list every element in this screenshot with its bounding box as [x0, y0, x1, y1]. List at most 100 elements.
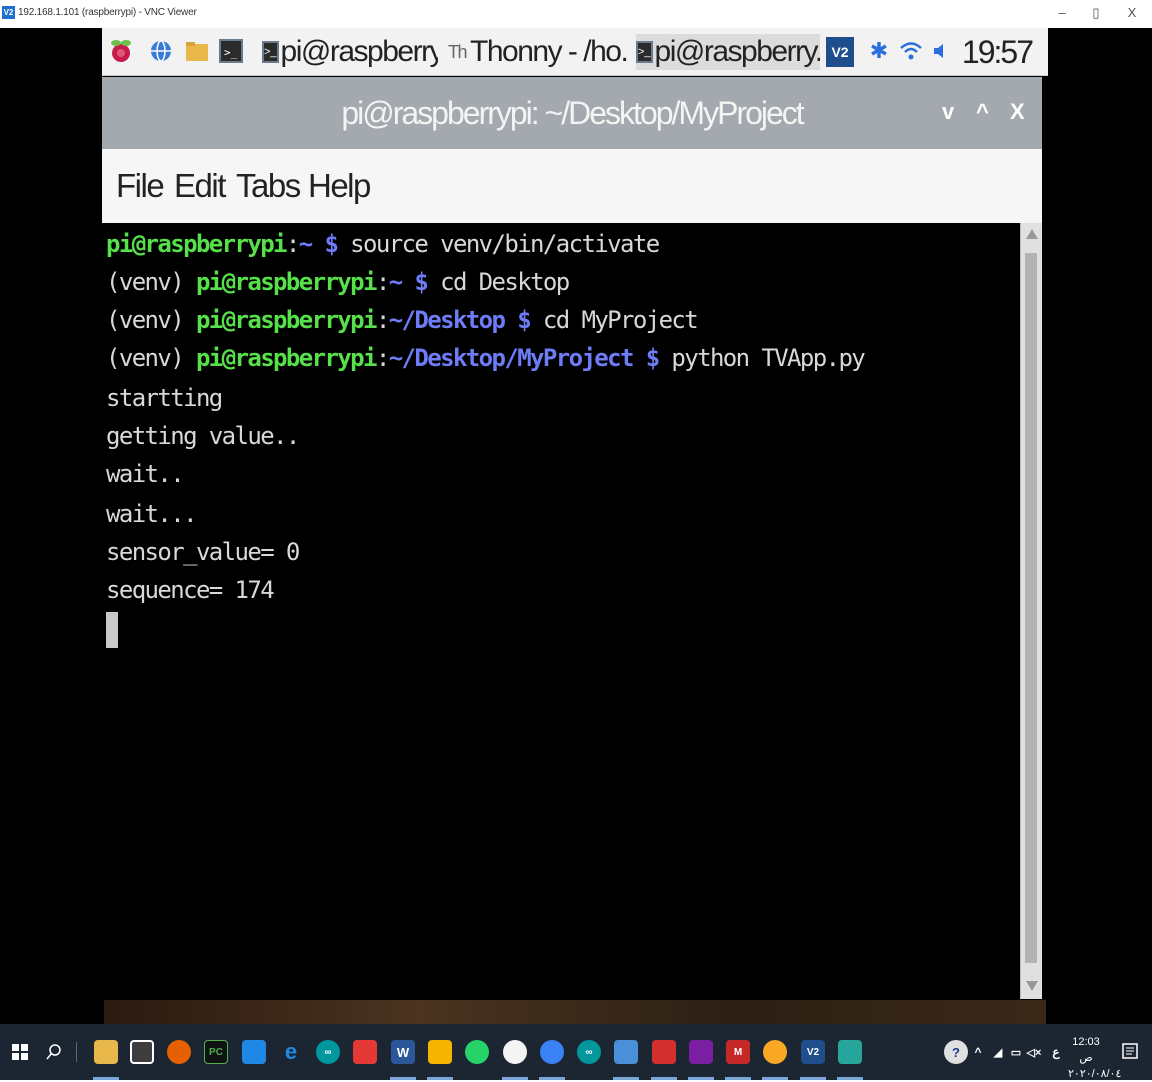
language-indicator[interactable]: ع [1044, 1040, 1068, 1064]
taskbar-terminal-1[interactable]: >_pi@raspberry... [262, 34, 438, 70]
taskbar-thonny-label: Thonny - /ho... [470, 35, 630, 68]
prompt-symbol: $ [504, 306, 543, 334]
command-text: cd MyProject [542, 306, 699, 334]
taskbar-thonny[interactable]: Th Thonny - /ho... [448, 34, 630, 70]
output-line: getting value.. [106, 422, 300, 450]
terminal-line-1: pi@raspberrypi:~ $ source venv/bin/activ… [106, 225, 660, 263]
terminal-minimize-button[interactable]: v [942, 99, 954, 125]
raspberry-menu-icon[interactable] [108, 37, 134, 65]
mail-icon[interactable] [242, 1040, 266, 1064]
wifi-icon[interactable] [898, 37, 924, 65]
prompt-separator: : [285, 230, 300, 258]
pi-clock[interactable]: 19:57 [962, 34, 1034, 71]
menu-help[interactable]: Help [308, 167, 371, 205]
prompt-user: pi@raspberrypi [195, 344, 377, 372]
venv-prefix: (venv) [106, 344, 196, 372]
store-icon[interactable] [130, 1040, 154, 1064]
svg-text:>_: >_ [224, 46, 238, 59]
vnc-minimize-button[interactable]: – [1052, 5, 1072, 20]
terminal-icon: >_ [262, 41, 279, 63]
prompt-separator: : [375, 344, 390, 372]
bluetooth-icon[interactable]: ✱ [866, 37, 892, 65]
photos-icon[interactable] [614, 1040, 638, 1064]
remote-desktop[interactable]: >_ >_pi@raspberry... ThThonny - /ho... >… [0, 28, 1152, 1024]
vnc-viewer-icon[interactable]: V2 [801, 1040, 825, 1064]
notifications-icon[interactable] [1118, 1040, 1142, 1064]
scrollbar-thumb[interactable] [1025, 253, 1037, 963]
menu-edit[interactable]: Edit [174, 167, 226, 205]
prompt-path: ~/Desktop/MyProject [388, 344, 635, 372]
terminal-scrollbar[interactable] [1020, 223, 1042, 999]
volume-icon[interactable] [928, 37, 954, 65]
prompt-path: ~/Desktop [388, 306, 506, 334]
command-text: python TVApp.py [671, 344, 865, 372]
vnc-server-icon[interactable]: V2 [826, 37, 854, 67]
browser-icon[interactable] [148, 37, 174, 65]
terminal-title: pi@raspberrypi: ~/Desktop/MyProject [341, 95, 804, 131]
windows-clock[interactable]: 12:03 ص ٢٠٢٠/٠٨/٠٤ [1068, 1034, 1121, 1082]
help-icon[interactable]: ? [944, 1040, 968, 1064]
prompt-path: ~ [298, 230, 313, 258]
edge-icon[interactable]: e [279, 1039, 303, 1064]
terminal-cursor [106, 612, 118, 648]
vnc-logo-icon: V2 [2, 6, 15, 19]
prompt-symbol: $ [632, 344, 672, 372]
output-line: sensor_value= 0 [106, 538, 300, 566]
scroll-down-arrow-icon[interactable] [1026, 981, 1038, 991]
terminal-menubar: File Edit Tabs Help [102, 149, 1042, 223]
terminal-maximize-button[interactable]: ^ [976, 99, 989, 125]
vnc-close-button[interactable]: X [1122, 5, 1142, 20]
sticky-notes-icon[interactable] [428, 1040, 452, 1064]
android-studio-icon[interactable] [838, 1040, 862, 1064]
volume-muted-icon[interactable]: ◁× [1022, 1040, 1046, 1064]
terminal-icon: >_ [636, 41, 653, 63]
acrobat-icon[interactable] [652, 1040, 676, 1064]
terminal-launcher-icon[interactable]: >_ [218, 37, 244, 65]
office-icon[interactable] [353, 1040, 377, 1064]
command-text: cd Desktop [440, 268, 570, 296]
taskbar-divider [76, 1042, 77, 1062]
menu-tabs[interactable]: Tabs [236, 167, 301, 205]
output-line: wait... [106, 500, 198, 528]
terminal-line-2: (venv) pi@raspberrypi:~ $ cd Desktop [106, 263, 570, 301]
windows-start-icon[interactable] [8, 1040, 32, 1064]
terminal-titlebar[interactable]: pi@raspberrypi: ~/Desktop/MyProject v ^ … [102, 77, 1042, 149]
output-line: wait.. [106, 460, 185, 488]
firefox-icon[interactable] [167, 1040, 191, 1064]
whatsapp-icon[interactable] [465, 1040, 489, 1064]
scroll-up-arrow-icon[interactable] [1026, 229, 1038, 239]
prompt-symbol: $ [311, 230, 351, 258]
chrome-icon[interactable] [503, 1040, 527, 1064]
output-line: startting [106, 384, 223, 412]
prompt-path: ~ [388, 268, 403, 296]
terminal-output[interactable]: pi@raspberrypi:~ $ source venv/bin/activ… [104, 223, 1020, 999]
winrar-icon[interactable] [689, 1040, 713, 1064]
taskbar-terminal-2[interactable]: >_ pi@raspberry... [636, 34, 820, 70]
prompt-user: pi@raspberrypi [195, 268, 377, 296]
arduino-ide-icon[interactable]: ∞ [577, 1040, 601, 1064]
file-manager-icon[interactable] [184, 37, 210, 65]
vnc-window-title: 192.168.1.101 (raspberrypi) - VNC Viewer [18, 7, 197, 18]
search-icon[interactable] [42, 1040, 66, 1064]
taskbar-terminal-2-label: pi@raspberry... [654, 35, 820, 68]
pycharm-icon[interactable]: PC [204, 1040, 228, 1064]
clock-time: 12:03 ص [1072, 1036, 1100, 1064]
character-icon[interactable] [763, 1040, 787, 1064]
pi-panel: >_ >_pi@raspberry... ThThonny - /ho... >… [102, 28, 1048, 76]
menu-file[interactable]: File [116, 167, 165, 205]
terminal-line-3: (venv) pi@raspberrypi:~/Desktop $ cd MyP… [106, 301, 699, 339]
app-m-icon[interactable]: M [726, 1040, 750, 1064]
output-line: sequence= 174 [106, 576, 275, 604]
arduino-icon[interactable]: ∞ [316, 1040, 340, 1064]
vnc-maximize-button[interactable]: ▯ [1086, 5, 1106, 21]
command-text: source venv/bin/activate [350, 230, 660, 258]
desktop-wallpaper [104, 1000, 1046, 1024]
windows-taskbar: PC e ∞ W ∞ M V2 ? ^ ◢ ▭ ◁× ع 12:03 ص ٢٠٢… [0, 1024, 1152, 1080]
prompt-separator: : [375, 306, 390, 334]
sync-icon[interactable] [540, 1040, 564, 1064]
terminal-close-button[interactable]: X [1010, 99, 1025, 125]
venv-prefix: (venv) [106, 306, 196, 334]
word-icon[interactable]: W [391, 1040, 415, 1064]
venv-prefix: (venv) [106, 268, 196, 296]
file-explorer-icon[interactable] [94, 1040, 118, 1064]
